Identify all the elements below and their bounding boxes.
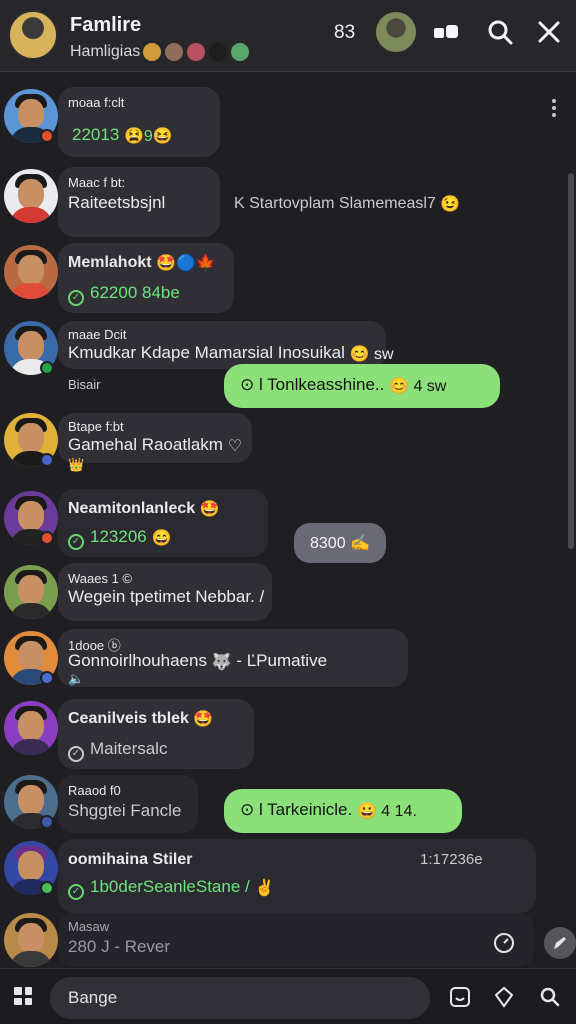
avatar[interactable] [4,169,58,223]
sender-name: Waaes 1 © [68,571,133,586]
message-text: 280 J - Rever [68,937,171,956]
message-text: Shggtei Fancle [68,801,182,820]
sender-name: Masaw [68,919,110,934]
message-text: ✓ Maitersalc [68,739,167,762]
emoji: 🤩 [193,711,214,728]
member-avatar [142,42,162,62]
emoji: 🐺 [211,654,232,671]
member-avatar [164,42,184,62]
emoji: ♡ [227,438,243,455]
emoji: 😉 [440,196,461,213]
group-title[interactable]: Famlire [70,14,141,37]
message-text: Gamehal Raoatlakm ♡ [68,435,243,455]
avatar[interactable] [4,565,58,619]
message-text: ✓ 123206 😄 [68,527,171,550]
message-text: 22013 😫9😆 [72,125,173,145]
emoji: 🤩🔵🍁 [156,255,216,272]
status-badge [40,361,54,375]
message-text: ✓ 62200 84be [68,283,180,306]
outgoing-bubble[interactable]: ⊙ l Tonlkeasshine.. 😊 4 sw [224,364,500,408]
status-badge [40,531,54,545]
emoji: 😀 4 14. [356,803,417,820]
outgoing-bubble[interactable]: ⊙ l Tarkeinicle. 😀 4 14. [224,789,462,833]
toggle-icon[interactable] [430,16,462,48]
message-list[interactable]: moaa f:clt 22013 😫9😆 Maac f bt: Raiteets… [0,73,576,968]
more-options-icon[interactable] [552,99,558,120]
chat-header: Famlire Hamligias 83 [0,0,576,72]
group-subtitle: Hamligias [70,43,141,60]
status-badge [40,453,54,467]
read-check-icon: ✓ [68,746,84,762]
message-text: Wegein tpetimet Nebbar. / [68,587,265,606]
message-note: 👑 [68,457,85,472]
status-badge [40,671,54,685]
avatar[interactable] [4,701,58,755]
message-text: Raiteetsbsjnl [68,193,166,212]
gem-icon[interactable] [492,985,516,1009]
emoji: 😫9😆 [124,128,173,145]
message-text: ✓ 1b0derSeanleStane / ✌️ [68,877,274,900]
group-avatar[interactable] [8,10,58,60]
read-check-icon: ✓ [68,534,84,550]
message-input[interactable]: Bange [50,977,430,1019]
member-avatar [208,42,228,62]
sender-name: maae Dcit [68,327,127,342]
sender-name: moaa f:clt [68,95,125,110]
avatar[interactable] [4,913,58,967]
edit-icon[interactable] [544,927,576,959]
timer-icon[interactable] [492,931,516,960]
status-badge [40,815,54,829]
profile-avatar[interactable] [376,12,416,52]
sender-name: oomihaina Stiler [68,851,193,868]
sender-name: Ceanilveis tblek 🤩 [68,710,214,728]
search-icon[interactable] [484,16,516,48]
message-text: Kmudkar Kdape Mamarsial Inosuikal 😊 sw [68,343,394,363]
status-badge [40,129,54,143]
search-icon[interactable] [538,985,562,1009]
read-check-icon: ✓ [68,884,84,900]
grid-icon[interactable] [14,987,32,1005]
reaction-bubble[interactable]: 8300 ✍ [294,523,386,563]
scrollbar[interactable] [568,173,574,549]
sender-name: Neamitonlanleck 🤩 [68,500,220,518]
member-avatars[interactable] [142,42,250,62]
message-note: Bisair [68,377,101,392]
sticker-icon[interactable] [448,985,472,1009]
bottom-bar: Bange [0,968,576,1024]
member-avatar [230,42,250,62]
read-check-icon: ✓ [68,290,84,306]
emoji: 😊 4 sw [389,378,447,395]
message-text: Gonnoirlhouhaens 🐺 - ĽPumative [68,651,328,671]
emoji: ✌️ [254,880,275,897]
status-badge [40,881,54,895]
sender-name: Raaod f0 [68,783,121,798]
member-avatar [186,42,206,62]
emoji: 😊 sw [349,346,394,363]
message-note: 🔈 [68,671,85,686]
sender-name: Maac f bt: [68,175,126,190]
avatar[interactable] [4,245,58,299]
sender-name: Memlahokt 🤩🔵🍁 [68,254,216,272]
member-count: 83 [334,22,356,43]
close-icon[interactable] [533,16,565,48]
emoji: 😄 [151,530,172,547]
emoji: 🤩 [199,501,220,518]
sender-name: Btape f:bt [68,419,124,434]
side-message: K Startovplam Slamemeasl7 😉 [234,195,461,213]
message-timestamp: 1:17236e [420,851,483,868]
